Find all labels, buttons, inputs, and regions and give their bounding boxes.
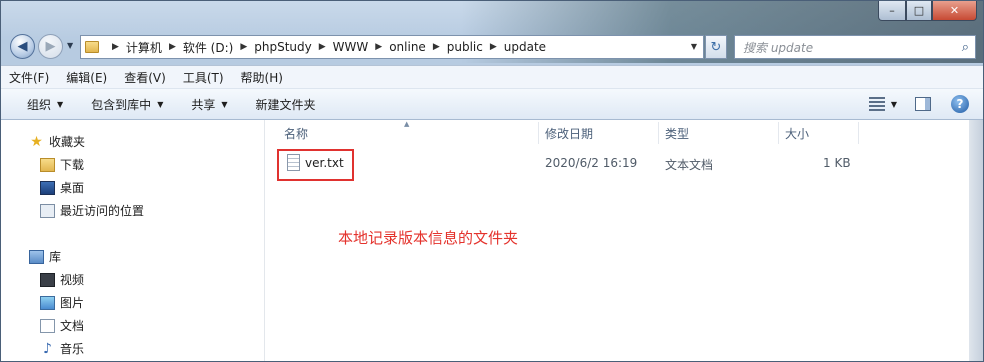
back-arrow-icon: ◀ [17,39,28,54]
sidebar-item-label: 下载 [60,158,85,172]
address-bar[interactable]: ▶ 计算机 ▶ 软件 (D:) ▶ phpStudy ▶ WWW ▶ onlin… [80,35,704,59]
chevron-right-icon[interactable]: ▶ [490,42,497,52]
file-modified: 2020/6/2 16:19 [545,156,638,170]
minimize-button[interactable]: – [878,1,906,21]
chevron-right-icon[interactable]: ▶ [169,42,176,52]
sidebar-item-libraries[interactable]: 库 [29,248,61,265]
help-icon[interactable]: ? [951,95,969,113]
breadcrumb-update[interactable]: update [504,40,546,54]
sidebar-item-desktop[interactable]: 桌面 [40,179,84,196]
sidebar-item-music[interactable]: ♪ 音乐 [40,340,84,357]
sidebar-item-recent-places[interactable]: 最近访问的位置 [40,202,144,219]
recent-places-icon [40,203,55,218]
sidebar-item-label: 音乐 [60,342,85,356]
sidebar-item-label: 图片 [60,296,85,310]
sidebar-item-label: 桌面 [60,181,85,195]
desktop-icon [40,180,55,195]
column-divider[interactable] [538,122,539,144]
chevron-down-icon: ▼ [57,99,64,109]
column-header-modified[interactable]: 修改日期 [545,120,593,146]
sidebar-item-favorites[interactable]: ★ 收藏夹 [29,133,85,150]
breadcrumb-computer[interactable]: 计算机 [126,39,162,56]
vertical-scrollbar[interactable] [969,120,983,361]
column-divider[interactable] [658,122,659,144]
menu-help[interactable]: 帮助(H) [241,69,283,86]
chevron-down-icon: ▼ [221,99,228,109]
document-library-icon [40,318,55,333]
chevron-down-icon: ▼ [157,99,164,109]
caption-buttons: – □ ✕ [878,1,977,21]
column-header-type[interactable]: 类型 [665,120,689,146]
sidebar-item-videos[interactable]: 视频 [40,271,84,288]
sort-ascending-icon: ▲ [404,120,410,128]
content-area: ★ 收藏夹 下载 桌面 最近访问的位置 库 视频 图片 文档 ♪ 音乐 ▲ 名称… [1,120,983,361]
menu-tools[interactable]: 工具(T) [183,69,224,86]
recent-pages-dropdown[interactable]: ▼ [67,41,73,50]
text-file-icon [287,154,300,171]
maximize-button[interactable]: □ [906,1,932,21]
sidebar-item-label: 库 [49,250,62,264]
refresh-button[interactable]: ↻ [705,35,727,59]
folder-icon [85,41,99,53]
sidebar-item-label: 视频 [60,273,85,287]
picture-library-icon [40,295,55,310]
chevron-right-icon[interactable]: ▶ [319,42,326,52]
change-view-icon[interactable] [868,97,885,111]
column-divider[interactable] [858,122,859,144]
breadcrumb-online[interactable]: online [389,40,426,54]
sidebar-item-downloads[interactable]: 下载 [40,156,84,173]
search-icon[interactable]: ⌕ [962,40,969,55]
search-input[interactable]: 搜索 update ⌕ [734,35,976,59]
menu-edit[interactable]: 编辑(E) [66,69,107,86]
forward-arrow-icon: ▶ [45,39,56,54]
search-placeholder: 搜索 update [743,40,814,55]
menu-file[interactable]: 文件(F) [9,69,49,86]
annotation-text: 本地记录版本信息的文件夹 [338,229,519,247]
chevron-right-icon[interactable]: ▶ [433,42,440,52]
breadcrumb-phpstudy[interactable]: phpStudy [254,40,312,54]
command-bar: 组织 ▼ 包含到库中 ▼ 共享 ▼ 新建文件夹 ▼ ? [1,89,983,120]
sidebar-item-label: 最近访问的位置 [60,204,145,218]
chevron-right-icon[interactable]: ▶ [240,42,247,52]
forward-button[interactable]: ▶ [38,34,63,59]
star-icon: ★ [30,133,43,150]
downloads-folder-icon [40,157,55,172]
close-button[interactable]: ✕ [932,1,977,21]
column-header-name[interactable]: 名称 [284,120,308,146]
chevron-right-icon[interactable]: ▶ [112,42,119,52]
view-options-dropdown[interactable]: ▼ [891,100,897,109]
menu-bar: 文件(F) 编辑(E) 查看(V) 工具(T) 帮助(H) [1,65,983,89]
explorer-window: – □ ✕ ◀ ▶ ▼ ▶ 计算机 ▶ 软件 (D:) ▶ phpStudy ▶… [0,0,984,362]
address-dropdown[interactable]: ▼ [691,42,697,51]
sidebar-item-pictures[interactable]: 图片 [40,294,84,311]
include-in-library-button[interactable]: 包含到库中 ▼ [91,96,163,113]
sidebar-item-label: 文档 [60,319,85,333]
sidebar-item-label: 收藏夹 [49,135,86,149]
breadcrumb-public[interactable]: public [447,40,483,54]
back-button[interactable]: ◀ [10,34,35,59]
menu-view[interactable]: 查看(V) [124,69,166,86]
sidebar-item-documents[interactable]: 文档 [40,317,84,334]
column-header-size[interactable]: 大小 [785,120,809,146]
organize-button[interactable]: 组织 ▼ [27,96,63,113]
file-size: 1 KB [823,156,851,170]
libraries-icon [29,249,44,264]
new-folder-button[interactable]: 新建文件夹 [256,96,316,113]
share-button[interactable]: 共享 ▼ [191,96,227,113]
chevron-right-icon[interactable]: ▶ [375,42,382,52]
breadcrumb-drive-d[interactable]: 软件 (D:) [183,39,233,56]
video-library-icon [40,272,55,287]
navigation-row: ◀ ▶ ▼ ▶ 计算机 ▶ 软件 (D:) ▶ phpStudy ▶ WWW ▶… [1,31,983,63]
breadcrumb-www[interactable]: WWW [333,40,369,54]
file-type: 文本文档 [665,158,714,172]
navigation-pane: ★ 收藏夹 下载 桌面 最近访问的位置 库 视频 图片 文档 ♪ 音乐 [1,120,265,361]
column-divider[interactable] [778,122,779,144]
file-name[interactable]: ver.txt [305,156,344,170]
view-controls: ▼ ? [868,95,969,113]
refresh-icon: ↻ [710,39,722,55]
file-list-pane: ▲ 名称 修改日期 类型 大小 ver.txt 2020/6/2 16:19 文… [266,120,971,361]
preview-pane-icon[interactable] [915,97,931,111]
music-note-icon: ♪ [43,340,52,357]
